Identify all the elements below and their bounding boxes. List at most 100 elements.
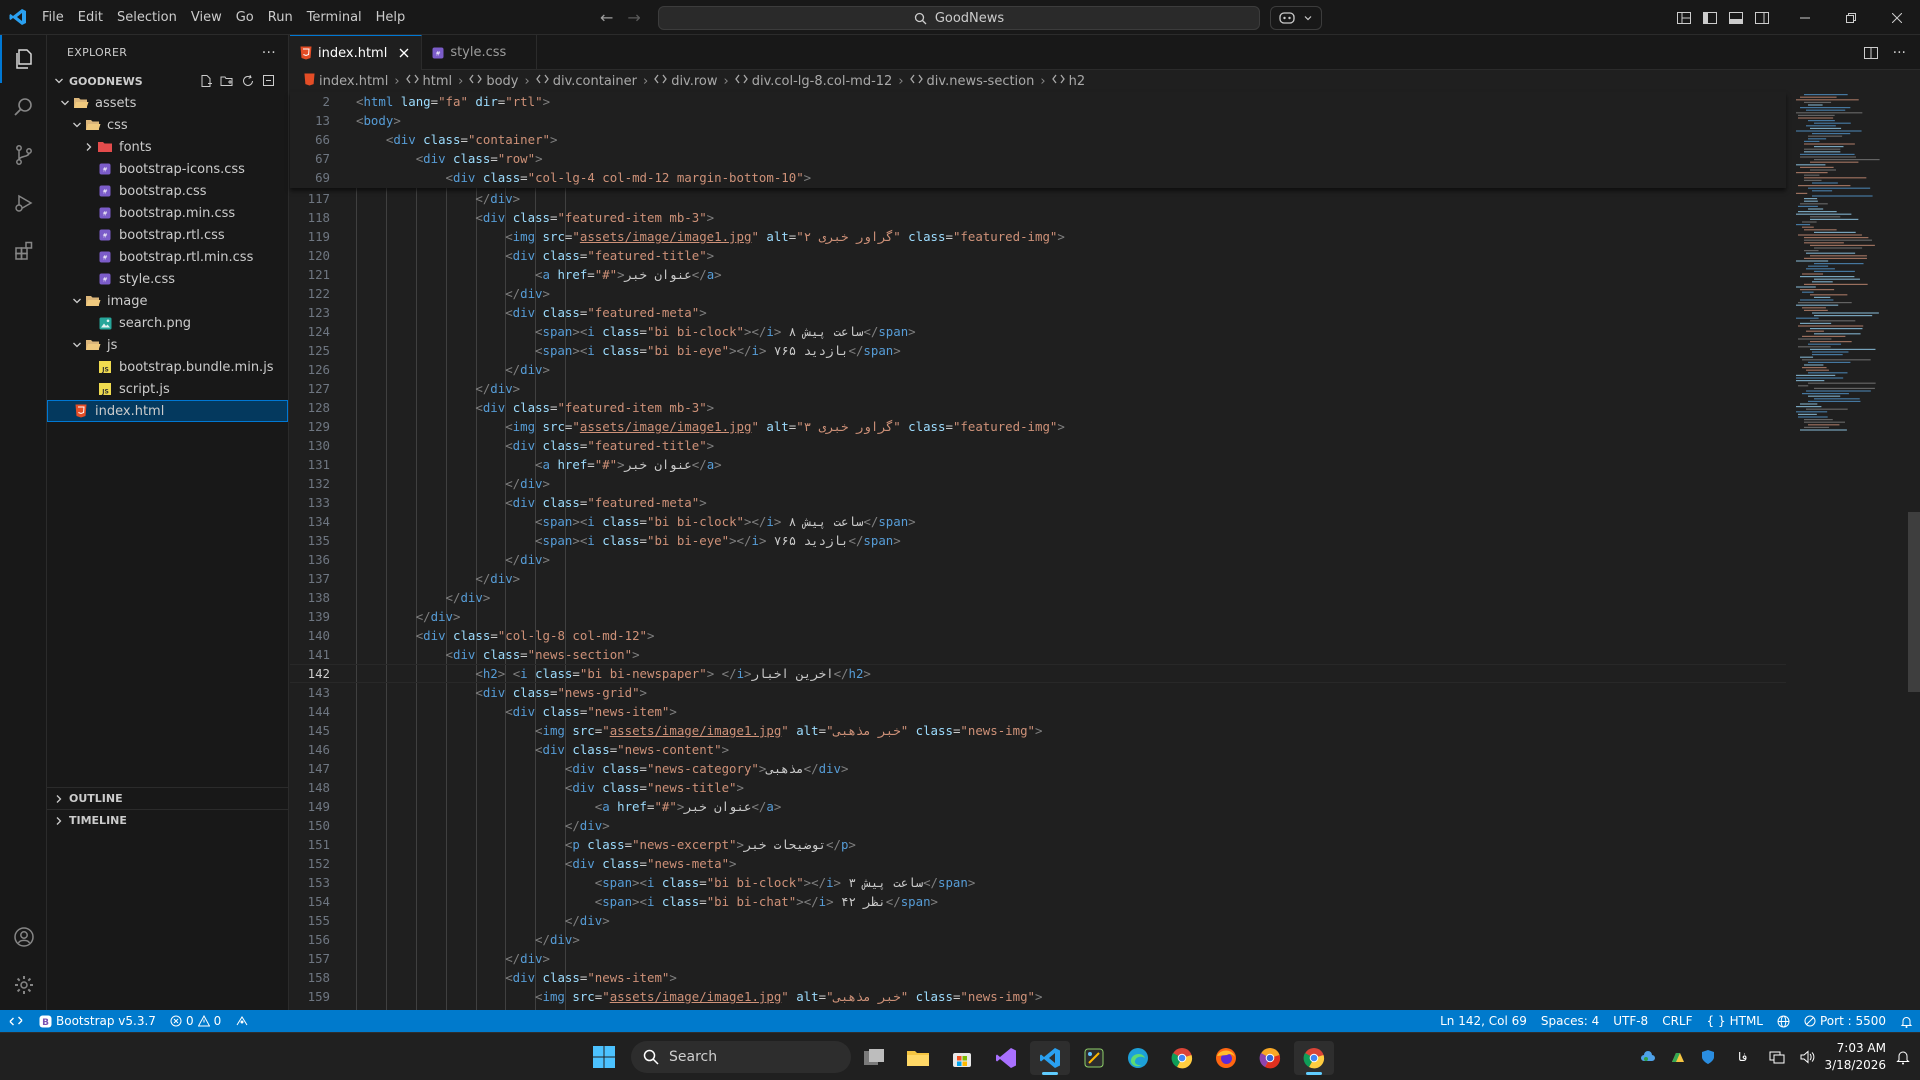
- forward-arrow-icon[interactable]: →: [627, 8, 640, 27]
- code-line[interactable]: 140 <div class="col-lg-8 col-md-12">: [290, 626, 1786, 645]
- cursor-position[interactable]: Ln 142, Col 69: [1433, 1010, 1534, 1032]
- editor-scrollbar[interactable]: [1906, 92, 1920, 1010]
- new-folder-icon[interactable]: [220, 74, 234, 88]
- visual-studio-app[interactable]: [986, 1041, 1026, 1075]
- code-line[interactable]: 132 </div>: [290, 474, 1786, 493]
- code-line[interactable]: 123 <div class="featured-meta">: [290, 303, 1786, 322]
- tree-file[interactable]: JS script.js: [47, 378, 288, 400]
- tree-file[interactable]: # bootstrap-icons.css: [47, 158, 288, 180]
- tree-file[interactable]: JS bootstrap.bundle.min.js: [47, 356, 288, 378]
- language-mode[interactable]: { } HTML: [1700, 1010, 1771, 1032]
- sticky-line[interactable]: 2 <html lang="fa" dir="rtl">: [290, 92, 1786, 111]
- toggle-panel-icon[interactable]: [1728, 10, 1744, 26]
- code-line[interactable]: 143 <div class="news-grid">: [290, 683, 1786, 702]
- menu-selection[interactable]: Selection: [110, 0, 184, 35]
- code-line[interactable]: 158 <div class="news-item">: [290, 968, 1786, 987]
- code-line[interactable]: 139 </div>: [290, 607, 1786, 626]
- code-line[interactable]: 129 <img src="assets/image/image1.jpg" a…: [290, 417, 1786, 436]
- notifications-bell[interactable]: [1893, 1010, 1920, 1032]
- code-line[interactable]: 157 </div>: [290, 949, 1786, 968]
- more-actions-icon[interactable]: ···: [1893, 45, 1906, 61]
- outline-section[interactable]: OUTLINE: [47, 787, 289, 809]
- notification-icon[interactable]: [1896, 1049, 1910, 1065]
- firefox-app[interactable]: [1206, 1041, 1246, 1075]
- menu-edit[interactable]: Edit: [71, 0, 110, 35]
- code-line[interactable]: 155 </div>: [290, 911, 1786, 930]
- task-view-app[interactable]: [854, 1041, 894, 1075]
- code-line[interactable]: 138 </div>: [290, 588, 1786, 607]
- tree-file[interactable]: # bootstrap.css: [47, 180, 288, 202]
- volume-icon[interactable]: [1799, 1049, 1815, 1065]
- customize-layout-icon[interactable]: [1676, 10, 1692, 26]
- back-arrow-icon[interactable]: ←: [600, 8, 613, 27]
- menu-view[interactable]: View: [184, 0, 229, 35]
- tab-index-html[interactable]: index.html: [290, 35, 423, 70]
- menu-go[interactable]: Go: [229, 0, 261, 35]
- tree-folder[interactable]: assets: [47, 92, 288, 114]
- live-server-port[interactable]: Port : 5500: [1797, 1010, 1893, 1032]
- code-line[interactable]: 147 <div class="news-category">مذهبی</di…: [290, 759, 1786, 778]
- chrome-profile-app[interactable]: [1294, 1041, 1334, 1075]
- minimap[interactable]: [1790, 92, 1910, 1010]
- code-line[interactable]: 142 <h2> <i class="bi bi-newspaper"> </i…: [290, 664, 1786, 683]
- file-explorer-app[interactable]: [898, 1041, 938, 1075]
- code-line[interactable]: 144 <div class="news-item">: [290, 702, 1786, 721]
- close-window-button[interactable]: [1874, 0, 1920, 35]
- toggle-secondary-sidebar-icon[interactable]: [1754, 10, 1770, 26]
- code-line[interactable]: 121 <a href="#">عنوان خبر</a>: [290, 265, 1786, 284]
- tray-cloud-icon[interactable]: [1640, 1049, 1656, 1065]
- new-file-icon[interactable]: [199, 74, 213, 88]
- tree-file[interactable]: search.png: [47, 312, 288, 334]
- extensions-icon[interactable]: [0, 227, 47, 275]
- code-line[interactable]: 130 <div class="featured-title">: [290, 436, 1786, 455]
- explorer-icon[interactable]: [0, 35, 47, 83]
- copilot-button[interactable]: [1270, 6, 1322, 30]
- code-line[interactable]: 153 <span><i class="bi bi-clock"></i> ۳ …: [290, 873, 1786, 892]
- tree-file[interactable]: # bootstrap.rtl.min.css: [47, 246, 288, 268]
- tray-shield-icon[interactable]: [1700, 1049, 1716, 1065]
- settings-gear-icon[interactable]: [0, 961, 47, 1009]
- menu-help[interactable]: Help: [369, 0, 413, 35]
- code-line[interactable]: 151 <p class="news-excerpt">توضیحات خبر<…: [290, 835, 1786, 854]
- sticky-line[interactable]: 67 <div class="row">: [290, 149, 1786, 168]
- live-server-indicator[interactable]: [1770, 1010, 1797, 1032]
- minimize-button[interactable]: [1782, 0, 1828, 35]
- source-control-icon[interactable]: [0, 131, 47, 179]
- code-line[interactable]: 149 <a href="#">عنوان خبر</a>: [290, 797, 1786, 816]
- microsoft-store-app[interactable]: [942, 1041, 982, 1075]
- code-line[interactable]: 148 <div class="news-title">: [290, 778, 1786, 797]
- end-of-line[interactable]: CRLF: [1655, 1010, 1699, 1032]
- code-line[interactable]: 137 </div>: [290, 569, 1786, 588]
- code-line[interactable]: 131 <a href="#">عنوان خبر</a>: [290, 455, 1786, 474]
- menu-file[interactable]: File: [35, 0, 71, 35]
- workspace-root-folder[interactable]: GOODNEWS: [47, 70, 288, 92]
- run-debug-icon[interactable]: [0, 179, 47, 227]
- file-encoding[interactable]: UTF-8: [1606, 1010, 1655, 1032]
- bootstrap-extension-status[interactable]: B Bootstrap v5.3.7: [32, 1010, 163, 1032]
- code-line[interactable]: 150 </div>: [290, 816, 1786, 835]
- code-line[interactable]: 120 <div class="featured-title">: [290, 246, 1786, 265]
- tray-drive-icon[interactable]: [1670, 1049, 1686, 1065]
- taskbar-search[interactable]: Search: [631, 1041, 851, 1073]
- split-editor-icon[interactable]: [1863, 45, 1879, 61]
- live-share-indicator[interactable]: [228, 1010, 256, 1032]
- sticky-line[interactable]: 13 <body>: [290, 111, 1786, 130]
- scrollbar-thumb[interactable]: [1908, 512, 1920, 692]
- breadcrumb-item[interactable]: body: [469, 73, 519, 89]
- chrome-app[interactable]: [1162, 1041, 1202, 1075]
- breadcrumb-item[interactable]: div.col-lg-8.col-md-12: [734, 73, 892, 89]
- menu-terminal[interactable]: Terminal: [300, 0, 369, 35]
- tree-folder[interactable]: css: [47, 114, 288, 136]
- breadcrumb-item[interactable]: html: [405, 73, 452, 89]
- code-line[interactable]: 145 <img src="assets/image/image1.jpg" a…: [290, 721, 1786, 740]
- menu-run[interactable]: Run: [261, 0, 300, 35]
- code-line[interactable]: 135 <span><i class="bi bi-eye"></i> ۷۶۵ …: [290, 531, 1786, 550]
- account-icon[interactable]: [0, 913, 47, 961]
- tree-file[interactable]: # style.css: [47, 268, 288, 290]
- code-line[interactable]: 136 </div>: [290, 550, 1786, 569]
- breadcrumb-item[interactable]: h2: [1051, 73, 1085, 89]
- tab-style-css[interactable]: # style.css: [422, 35, 538, 70]
- code-line[interactable]: 134 <span><i class="bi bi-clock"></i> ۸ …: [290, 512, 1786, 531]
- vscode-app[interactable]: [1030, 1041, 1070, 1075]
- breadcrumb-item[interactable]: div.row: [654, 73, 718, 89]
